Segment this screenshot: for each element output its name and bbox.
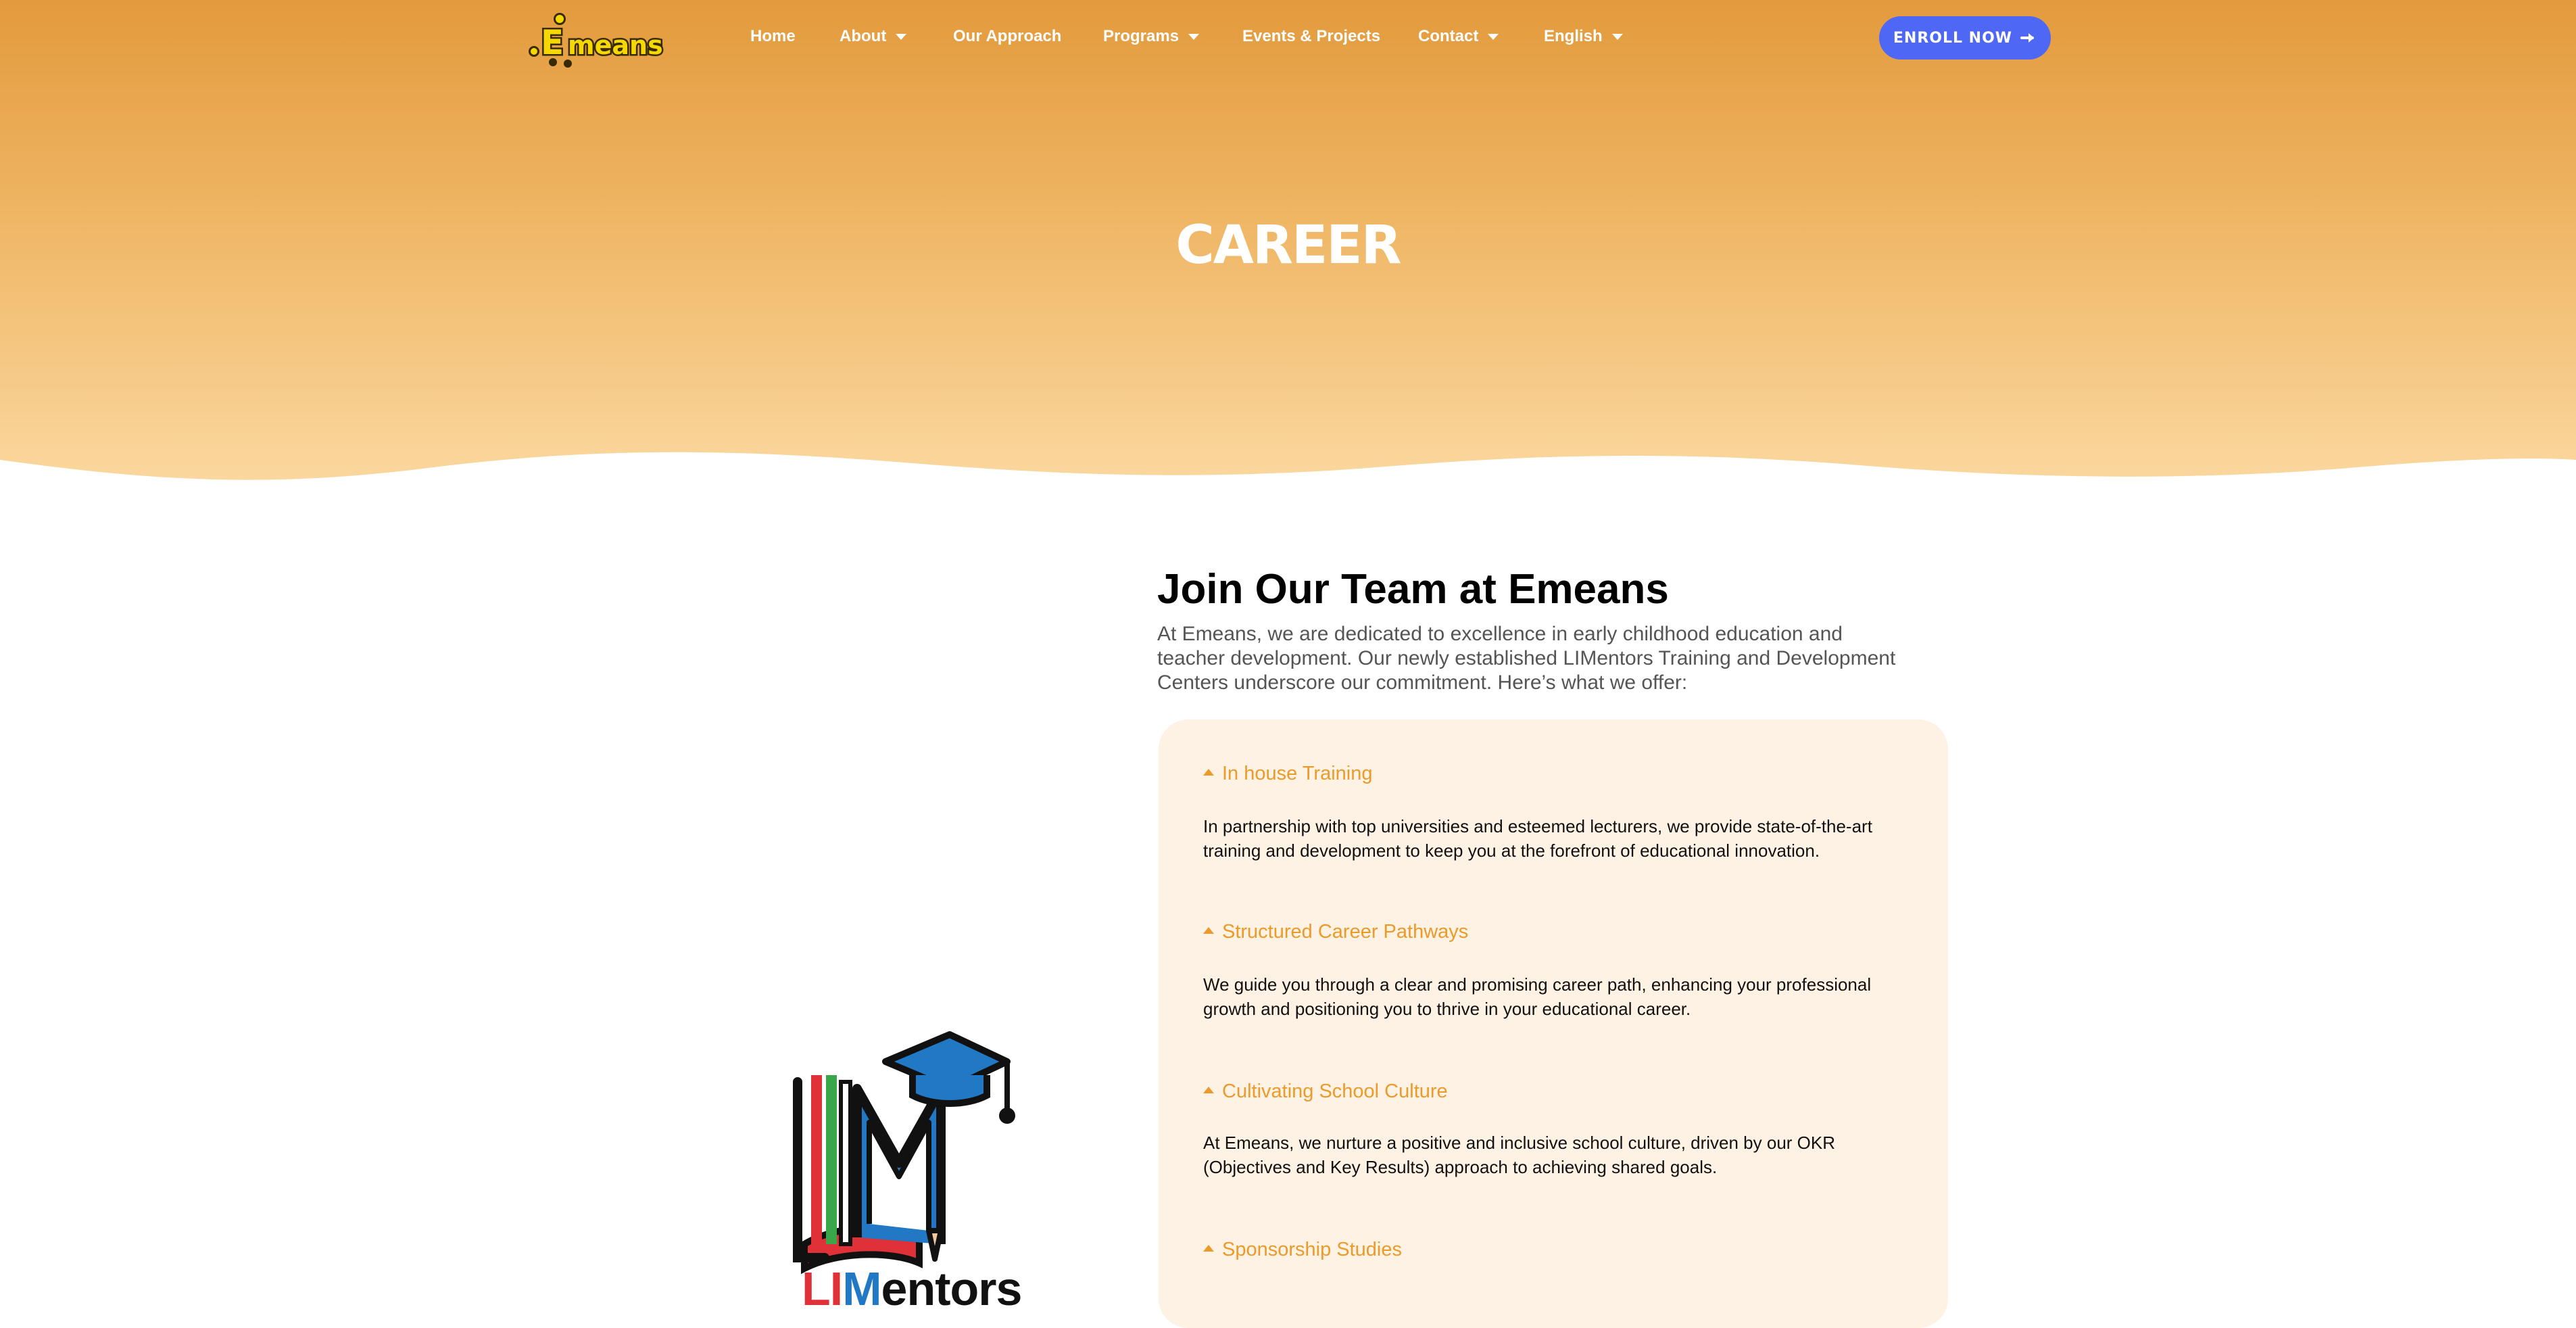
accordion-item-sponsorship-studies[interactable]: Sponsorship Studies <box>1203 1236 1402 1263</box>
chevron-down-icon <box>1488 34 1499 41</box>
enroll-now-label: Enroll Now <box>1893 29 2013 47</box>
chevron-down-icon <box>1611 34 1623 41</box>
nav-programs[interactable]: Programs <box>1103 26 1200 47</box>
nav-events-projects-label: Events & Projects <box>1242 27 1381 45</box>
nav-about-label: About <box>840 27 887 45</box>
accordion-title: In house Training <box>1222 763 1373 784</box>
caret-up-icon <box>1203 1087 1214 1094</box>
nav-events-projects[interactable]: Events & Projects <box>1242 26 1380 47</box>
accordion-item-cultivating-school-culture[interactable]: Cultivating School Culture <box>1203 1078 1448 1105</box>
section-heading: Join Our Team at Emeans <box>1157 566 1669 613</box>
hero-wave-divider <box>0 452 2576 500</box>
limentors-text-part1: LI <box>802 1262 843 1315</box>
caret-up-icon <box>1203 769 1214 776</box>
limentors-wordmark: LIMentors <box>802 1262 1023 1316</box>
nav-our-approach-label: Our Approach <box>953 27 1062 45</box>
accordion-content: At Emeans, we nurture a positive and inc… <box>1203 1133 1836 1177</box>
chevron-down-icon <box>896 34 907 41</box>
svg-text:E: E <box>541 23 564 62</box>
accordion-title: Cultivating School Culture <box>1222 1081 1448 1102</box>
nav-contact-label: Contact <box>1418 27 1479 45</box>
nav-language-selector[interactable]: English <box>1544 26 1623 47</box>
accordion-title: Structured Career Pathways <box>1222 921 1469 943</box>
nav-language-label: English <box>1544 27 1603 45</box>
page-title: CAREER <box>1175 215 1401 276</box>
caret-up-icon <box>1203 927 1214 934</box>
emeans-logo[interactable]: E means <box>527 9 666 68</box>
nav-about[interactable]: About <box>840 26 907 47</box>
limentors-logo <box>793 1031 1015 1275</box>
caret-up-icon <box>1203 1245 1214 1252</box>
nav-home-label: Home <box>750 27 796 45</box>
svg-text:means: means <box>568 30 663 60</box>
nav-our-approach[interactable]: Our Approach <box>953 26 1061 47</box>
chevron-down-icon <box>1188 34 1200 41</box>
accordion-item-in-house-training[interactable]: In house Training <box>1203 760 1372 787</box>
accordion-content: We guide you through a clear and promisi… <box>1203 974 1872 1019</box>
nav-contact[interactable]: Contact <box>1418 26 1499 47</box>
accordion-content: In partnership with top universities and… <box>1203 816 1872 861</box>
nav-programs-label: Programs <box>1103 27 1180 45</box>
enroll-now-button[interactable]: Enroll Now <box>1879 16 2051 60</box>
accordion-title: Sponsorship Studies <box>1222 1239 1402 1260</box>
limentors-text-part2: M <box>842 1262 881 1315</box>
accordion-item-structured-career-pathways[interactable]: Structured Career Pathways <box>1203 918 1468 945</box>
intro-paragraph: At Emeans, we are dedicated to excellenc… <box>1157 623 1896 694</box>
arrow-right-icon <box>2020 33 2035 43</box>
limentors-text-part3: entors <box>881 1262 1023 1315</box>
nav-home[interactable]: Home <box>750 26 796 47</box>
